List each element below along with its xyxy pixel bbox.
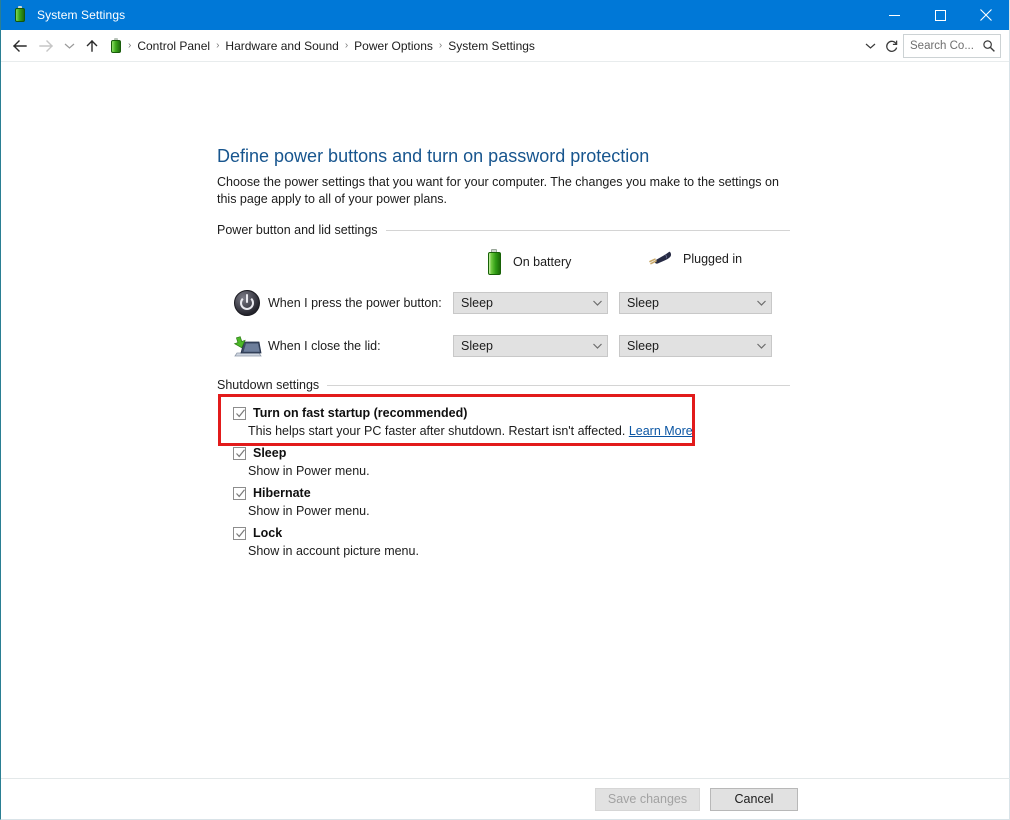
option-sleep: Sleep Show in Power menu. [233,445,370,479]
option-fast-startup: Turn on fast startup (recommended) This … [233,405,693,439]
recent-locations-chevron-down-icon[interactable] [59,33,79,59]
option-description: This helps start your PC faster after sh… [248,423,693,439]
checkbox-lock[interactable] [233,527,246,540]
content-pane: Define power buttons and turn on passwor… [1,62,1009,797]
group-label: Shutdown settings [217,378,327,392]
breadcrumb-separator: › [214,40,221,51]
up-arrow-icon[interactable] [79,33,105,59]
dropdown-close-lid-plugged-in[interactable]: Sleep [619,335,772,357]
setting-row-label: When I press the power button: [268,296,442,310]
learn-more-link[interactable]: Learn More [629,424,693,438]
chevron-down-icon [592,299,603,307]
dropdown-power-button-plugged-in[interactable]: Sleep [619,292,772,314]
breadcrumb-separator: › [437,40,444,51]
group-divider [327,385,790,386]
column-header-plugged-in: Plugged in [647,248,742,270]
setting-row-label: When I close the lid: [268,339,381,353]
battery-icon [108,38,124,54]
laptop-lid-icon [231,331,263,361]
breadcrumb-separator: › [343,40,350,51]
chevron-down-icon [756,342,767,350]
title-bar: System Settings [1,0,1009,30]
dropdown-value: Sleep [461,339,592,353]
power-button-icon [231,288,263,318]
page-title: Define power buttons and turn on passwor… [217,146,649,167]
system-settings-window: System Settings [0,0,1010,820]
option-title: Turn on fast startup (recommended) [253,405,467,421]
dropdown-value: Sleep [627,296,756,310]
setting-row-power-button: When I press the power button: [231,288,442,318]
option-title: Sleep [253,445,286,461]
option-hibernate: Hibernate Show in Power menu. [233,485,370,519]
checkbox-sleep[interactable] [233,447,246,460]
refresh-icon[interactable] [881,33,903,59]
page-description: Choose the power settings that you want … [217,174,789,208]
column-header-on-battery: On battery [485,248,571,276]
back-arrow-icon[interactable] [7,33,33,59]
group-header-power-button-and-lid-settings: Power button and lid settings [217,223,790,237]
search-input[interactable]: Search Co... [903,34,1001,58]
breadcrumb[interactable]: › Control Panel › Hardware and Sound › P… [108,34,859,58]
breadcrumb-item-system-settings[interactable]: System Settings [444,37,539,55]
power-plug-icon [647,248,673,270]
footer-button-bar: Save changes Cancel [1,779,1010,819]
group-label: Power button and lid settings [217,223,386,237]
breadcrumb-separator: › [126,40,133,51]
option-lock: Lock Show in account picture menu. [233,525,419,559]
option-title: Hibernate [253,485,311,501]
address-chevron-down-icon[interactable] [859,33,881,59]
setting-row-close-lid: When I close the lid: [231,331,381,361]
search-icon [982,39,996,53]
search-placeholder: Search Co... [910,40,982,52]
forward-arrow-icon [33,33,59,59]
window-controls [871,0,1009,30]
chevron-down-icon [756,299,767,307]
column-label: On battery [513,255,571,269]
battery-icon [12,7,28,23]
chevron-down-icon [592,342,603,350]
group-header-shutdown-settings: Shutdown settings [217,378,790,392]
checkbox-fast-startup[interactable] [233,407,246,420]
breadcrumb-item-power-options[interactable]: Power Options [350,37,437,55]
breadcrumb-item-control-panel[interactable]: Control Panel [133,37,214,55]
dropdown-close-lid-on-battery[interactable]: Sleep [453,335,608,357]
address-bar: › Control Panel › Hardware and Sound › P… [1,30,1009,62]
minimize-button[interactable] [871,0,917,30]
option-title: Lock [253,525,282,541]
save-changes-button[interactable]: Save changes [595,788,700,811]
option-description: Show in Power menu. [248,503,370,519]
dropdown-value: Sleep [461,296,592,310]
option-description-text: This helps start your PC faster after sh… [248,424,629,438]
battery-icon [485,248,503,276]
breadcrumb-item-hardware-and-sound[interactable]: Hardware and Sound [221,37,342,55]
column-label: Plugged in [683,252,742,266]
dropdown-power-button-on-battery[interactable]: Sleep [453,292,608,314]
checkbox-hibernate[interactable] [233,487,246,500]
option-description: Show in account picture menu. [248,543,419,559]
group-divider [386,230,790,231]
cancel-button[interactable]: Cancel [710,788,798,811]
dropdown-value: Sleep [627,339,756,353]
option-description: Show in Power menu. [248,463,370,479]
close-button[interactable] [963,0,1009,30]
window-title: System Settings [37,8,125,22]
maximize-button[interactable] [917,0,963,30]
